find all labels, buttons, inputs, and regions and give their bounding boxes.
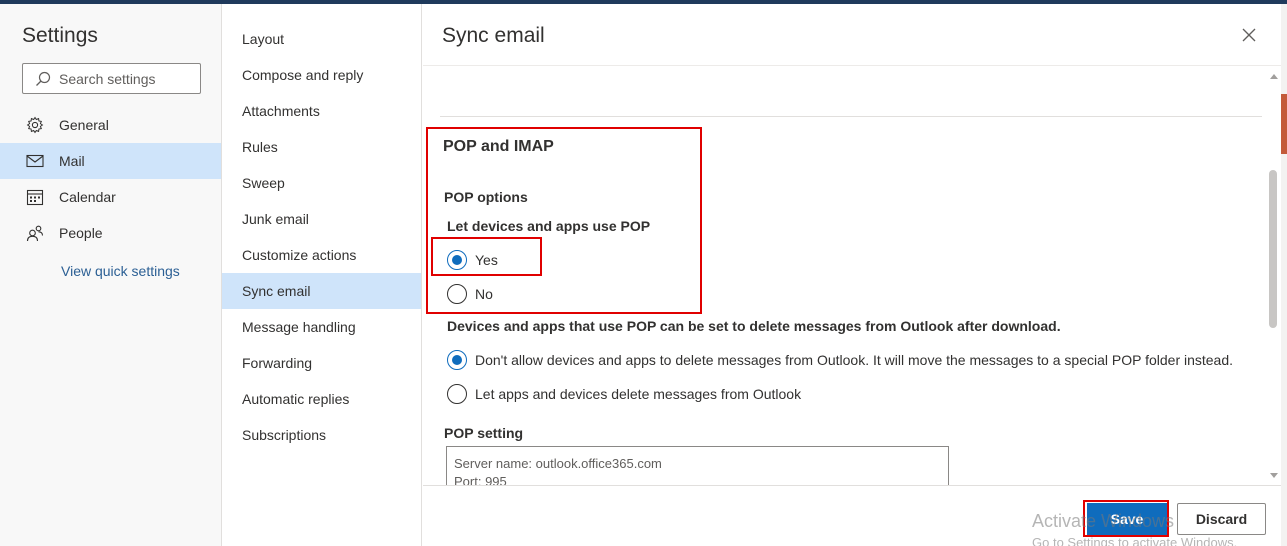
panel-scroll-content[interactable]: POP and IMAP POP options Let devices and… (423, 66, 1281, 485)
scroll-up-arrow-icon[interactable] (1270, 74, 1278, 79)
mail-nav-automatic-replies[interactable]: Automatic replies (222, 381, 421, 417)
nav-item-label: Calendar (59, 189, 116, 205)
footer-divider (423, 485, 1281, 486)
pop-server-name: Server name: outlook.office365.com (454, 456, 662, 471)
people-icon (26, 224, 44, 242)
mail-icon (26, 152, 44, 170)
pop-setting-heading: POP setting (444, 425, 524, 441)
radio-checked[interactable] (447, 350, 467, 370)
nav-item-calendar[interactable]: Calendar (0, 179, 221, 215)
pop-setting-box: Server name: outlook.office365.com Port:… (446, 446, 949, 485)
mail-nav-junk-email[interactable]: Junk email (222, 201, 421, 237)
nav-item-label: People (59, 225, 103, 241)
background-window-accent (1281, 94, 1287, 154)
use-pop-question: Let devices and apps use POP (447, 218, 651, 234)
panel-title: Sync email (442, 24, 545, 47)
radio-label: No (475, 286, 493, 302)
mail-nav-layout[interactable]: Layout (222, 21, 421, 57)
search-settings-input[interactable] (59, 70, 189, 87)
delete-question: Devices and apps that use POP can be set… (447, 318, 1061, 334)
nav-item-label: General (59, 117, 109, 133)
use-pop-yes-option[interactable]: Yes (447, 249, 498, 271)
mail-nav-message-handling[interactable]: Message handling (222, 309, 421, 345)
radio-label: Let apps and devices delete messages fro… (475, 386, 802, 402)
settings-title: Settings (22, 24, 98, 47)
radio-label: Yes (475, 252, 498, 268)
mail-nav-customize-actions[interactable]: Customize actions (222, 237, 421, 273)
pop-imap-heading: POP and IMAP (443, 138, 554, 155)
discard-button[interactable]: Discard (1177, 503, 1266, 535)
radio-unchecked[interactable] (447, 384, 467, 404)
radio-unchecked[interactable] (447, 284, 467, 304)
gear-icon (26, 116, 44, 134)
panel-scrollbar[interactable] (1266, 66, 1281, 485)
mail-settings-nav: Layout Compose and reply Attachments Rul… (222, 4, 422, 546)
dont-allow-delete-option[interactable]: Don't allow devices and apps to delete m… (447, 349, 1233, 371)
section-divider (440, 116, 1262, 117)
nav-item-general[interactable]: General (0, 107, 221, 143)
view-quick-settings-link[interactable]: View quick settings (61, 263, 180, 279)
search-settings-box[interactable] (22, 63, 201, 94)
mail-nav-sync-email[interactable]: Sync email (222, 273, 421, 309)
radio-label: Don't allow devices and apps to delete m… (475, 352, 1234, 368)
nav-item-mail[interactable]: Mail (0, 143, 221, 179)
settings-left-nav: Settings General Mail Calendar People Vi… (0, 4, 222, 546)
pop-port: Port: 995 (454, 474, 507, 485)
mail-nav-subscriptions[interactable]: Subscriptions (222, 417, 421, 453)
scroll-down-arrow-icon[interactable] (1270, 473, 1278, 478)
radio-checked[interactable] (447, 250, 467, 270)
close-icon[interactable] (1240, 26, 1258, 44)
activate-windows-watermark: Activate Windows (1032, 511, 1175, 531)
search-icon (36, 71, 51, 86)
mail-nav-sweep[interactable]: Sweep (222, 165, 421, 201)
mail-nav-attachments[interactable]: Attachments (222, 93, 421, 129)
background-window-edge (1281, 4, 1287, 546)
sync-email-panel: Sync email POP and IMAP POP options Let … (423, 4, 1281, 546)
mail-nav-forwarding[interactable]: Forwarding (222, 345, 421, 381)
mail-nav-rules[interactable]: Rules (222, 129, 421, 165)
calendar-icon (26, 188, 44, 206)
mail-nav-compose-and-reply[interactable]: Compose and reply (222, 57, 421, 93)
allow-delete-option[interactable]: Let apps and devices delete messages fro… (447, 383, 801, 405)
scrollbar-thumb[interactable] (1269, 170, 1277, 328)
activate-windows-subtext: Go to Settings to activate Windows. (1032, 535, 1238, 546)
pop-options-heading: POP options (444, 189, 528, 205)
nav-item-label: Mail (59, 153, 85, 169)
nav-item-people[interactable]: People (0, 215, 221, 251)
use-pop-no-option[interactable]: No (447, 283, 493, 305)
